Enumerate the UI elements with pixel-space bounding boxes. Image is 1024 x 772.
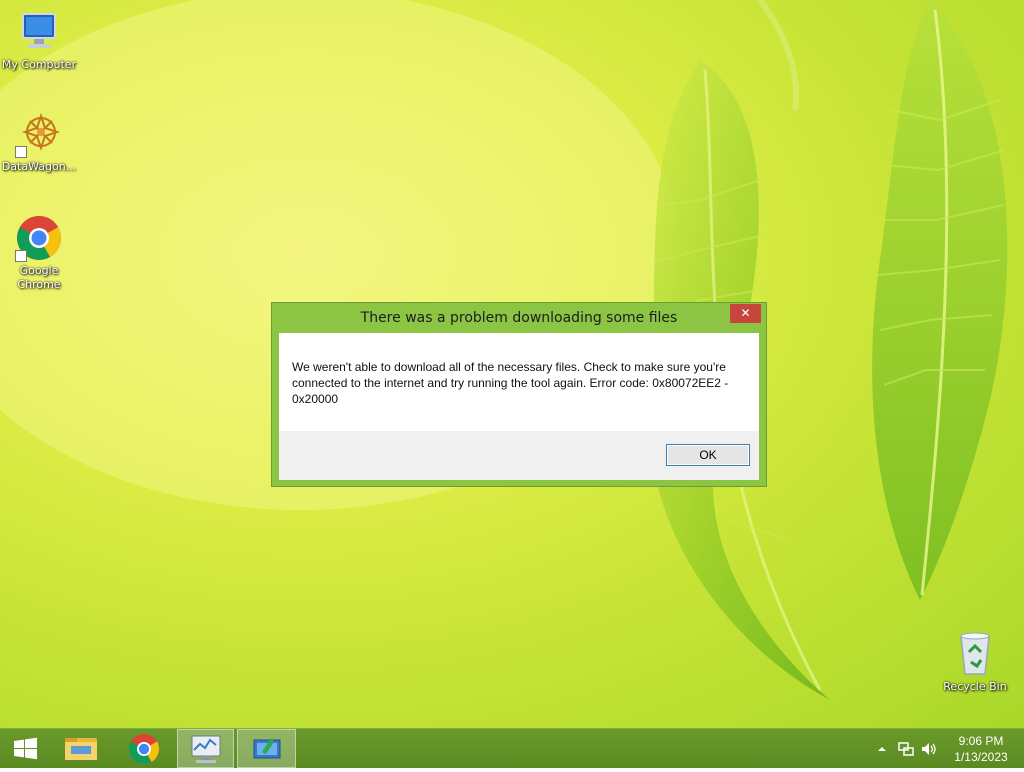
taskbar-chrome[interactable]	[119, 729, 169, 768]
shortcut-arrow-icon	[15, 146, 27, 158]
monitor-chart-icon	[191, 735, 221, 763]
taskbar-file-explorer[interactable]	[57, 729, 105, 768]
desktop-icon-my-computer[interactable]: My Computer	[0, 8, 78, 72]
computer-icon	[15, 8, 63, 56]
dialog-footer: OK	[279, 431, 759, 480]
desktop: My Computer DataWagon... Google Chrome R…	[0, 0, 1024, 728]
chrome-icon	[15, 214, 63, 262]
start-button[interactable]	[2, 729, 48, 768]
desktop-icon-label: DataWagon...	[1, 160, 77, 173]
close-button[interactable]: ✕	[730, 304, 761, 323]
dialog-content: We weren't able to download all of the n…	[279, 333, 759, 480]
desktop-icon-recycle-bin[interactable]: Recycle Bin	[936, 630, 1014, 694]
folder-icon	[65, 738, 97, 760]
taskbar: 9:06 PM 1/13/2023	[0, 728, 1024, 768]
desktop-icon-label: Recycle Bin	[943, 680, 1007, 693]
datawagon-icon	[15, 110, 63, 158]
desktop-icon-label: My Computer	[1, 58, 77, 71]
error-message: We weren't able to download all of the n…	[292, 360, 729, 406]
chrome-icon	[128, 734, 160, 765]
media-tool-icon	[253, 738, 281, 759]
volume-icon[interactable]	[921, 742, 937, 756]
taskbar-performance-monitor[interactable]	[177, 729, 234, 768]
error-dialog: There was a problem downloading some fil…	[271, 302, 767, 487]
windows-logo-icon	[14, 737, 37, 760]
clock-time: 9:06 PM	[958, 734, 1004, 748]
recycle-bin-icon	[951, 630, 999, 678]
ok-button[interactable]: OK	[666, 444, 750, 466]
clock-date: 1/13/2023	[954, 750, 1008, 764]
desktop-icon-datawagon[interactable]: DataWagon...	[0, 110, 78, 174]
network-icon[interactable]	[898, 742, 914, 756]
chevron-up-icon[interactable]	[874, 742, 890, 756]
desktop-icon-google-chrome[interactable]: Google Chrome	[0, 214, 78, 292]
shortcut-arrow-icon	[15, 250, 27, 262]
taskbar-media-creation-tool[interactable]	[237, 729, 296, 768]
desktop-icon-label: Google Chrome	[17, 264, 61, 291]
system-clock[interactable]: 9:06 PM 1/13/2023	[948, 733, 1014, 765]
dialog-titlebar[interactable]: There was a problem downloading some fil…	[272, 303, 766, 333]
dialog-title: There was a problem downloading some fil…	[360, 310, 678, 326]
